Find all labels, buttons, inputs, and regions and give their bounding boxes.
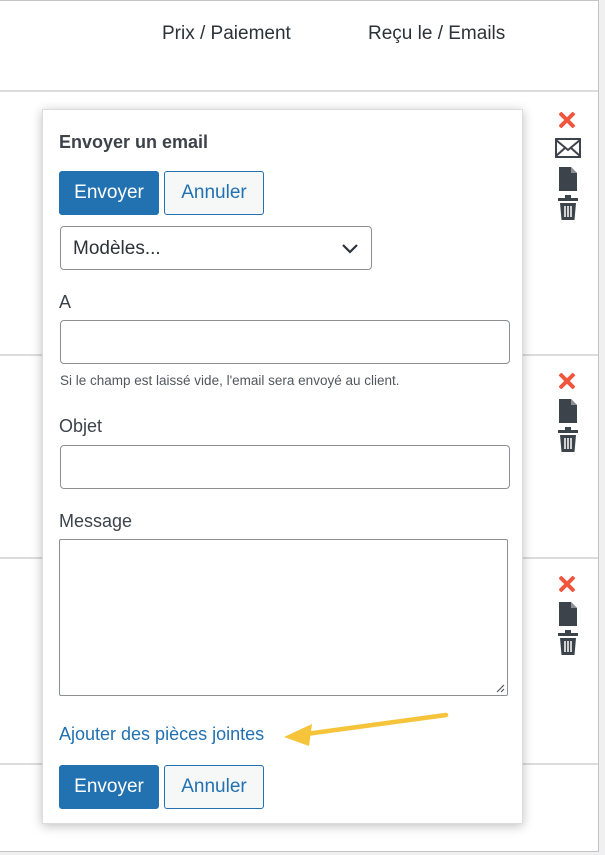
trash-icon[interactable] <box>555 630 581 656</box>
delete-x-icon[interactable] <box>555 572 581 598</box>
document-icon[interactable] <box>555 166 581 192</box>
subject-field[interactable] <box>60 445 510 489</box>
send-button-top[interactable]: Envoyer <box>59 171 159 215</box>
row-actions <box>555 572 581 659</box>
column-header-price-payment[interactable]: Prix / Paiement <box>162 23 291 45</box>
document-icon[interactable] <box>555 398 581 424</box>
row-actions <box>555 369 581 456</box>
templates-select-value: Modèles... <box>73 238 161 259</box>
row-actions <box>555 108 581 224</box>
cancel-button-top[interactable]: Annuler <box>164 171 264 215</box>
delete-x-icon[interactable] <box>555 108 581 134</box>
column-header-received-emails[interactable]: Reçu le / Emails <box>368 23 505 45</box>
templates-select[interactable]: Modèles... <box>60 226 372 270</box>
resize-grip-icon[interactable] <box>495 683 505 693</box>
trash-icon[interactable] <box>555 427 581 453</box>
document-icon[interactable] <box>555 601 581 627</box>
subject-label: Objet <box>59 416 103 436</box>
mail-icon[interactable] <box>555 137 581 163</box>
to-label: A <box>59 292 72 312</box>
message-textarea[interactable] <box>59 539 508 696</box>
trash-icon[interactable] <box>555 195 581 221</box>
to-hint: Si le champ est laissé vide, l'email ser… <box>60 373 400 388</box>
table-header: Prix / Paiement Reçu le / Emails <box>0 1 598 92</box>
add-attachments-link[interactable]: Ajouter des pièces jointes <box>59 724 264 745</box>
message-label: Message <box>59 511 133 531</box>
delete-x-icon[interactable] <box>555 369 581 395</box>
send-email-popup: Envoyer un email Envoyer Annuler Modèles… <box>42 109 523 824</box>
to-field[interactable] <box>60 320 510 364</box>
cancel-button-bottom[interactable]: Annuler <box>164 765 264 809</box>
send-button-bottom[interactable]: Envoyer <box>59 765 159 809</box>
chevron-down-icon <box>342 244 358 254</box>
popup-title: Envoyer un email <box>59 132 209 152</box>
